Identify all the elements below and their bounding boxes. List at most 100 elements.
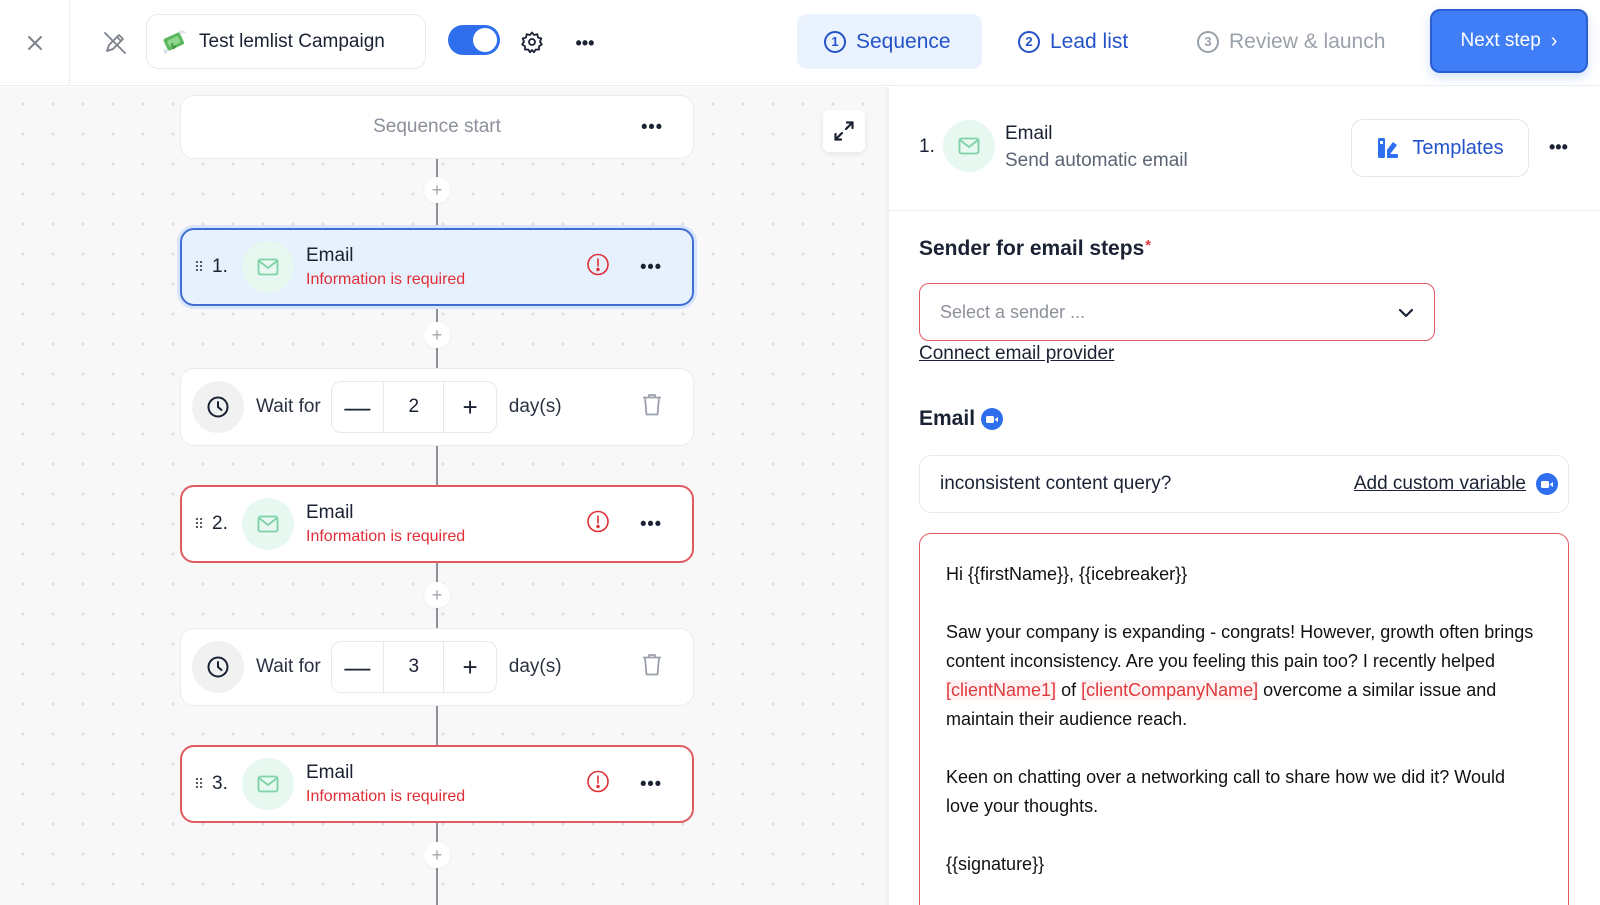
step-title: Email [1005,123,1053,144]
step-number: 1. [919,136,935,157]
email-step-card[interactable]: ⠿ 2. Email Information is required ••• [180,485,694,563]
wait-days-value[interactable]: 2 [383,382,445,432]
toggle-knob [473,28,497,52]
mail-icon [943,120,995,172]
rename-button[interactable] [100,28,130,58]
increment-button[interactable]: + [444,382,495,432]
email-subject-input[interactable]: inconsistent content query? Add custom v… [919,455,1569,513]
tab-lead-list[interactable]: 2 Lead list [1018,14,1128,69]
wait-days-value[interactable]: 3 [383,642,445,692]
clock-icon [192,381,244,433]
step-number-badge: 3 [1197,30,1219,53]
alert-circle-icon [586,770,610,799]
tab-label: Sequence [856,29,951,53]
email-step-card[interactable]: ⠿ 1. Email Information is required ••• [180,228,694,306]
step-error-text: Information is required [306,271,466,288]
trash-icon[interactable] [641,393,663,422]
more-horizontal-icon[interactable]: ••• [640,257,662,278]
more-horizontal-icon[interactable]: ••• [640,514,662,535]
tab-sequence[interactable]: 1 Sequence [797,14,982,69]
connect-email-provider-link[interactable]: Connect email provider [919,343,1114,365]
wait-label: Wait for [256,396,321,417]
more-horizontal-icon: ••• [575,32,595,53]
video-tutorial-icon[interactable] [981,408,1004,430]
more-horizontal-icon[interactable]: ••• [641,117,663,138]
email-section-label: Email [919,407,1004,431]
close-button[interactable] [0,0,70,86]
wait-days-stepper: — 2 + [330,381,497,433]
campaign-active-toggle[interactable] [448,25,500,55]
wait-label: Wait for [256,656,321,677]
tab-review-launch[interactable]: 3 Review & launch [1197,14,1385,69]
step-subtitle: Send automatic email [1005,150,1188,171]
step-number-badge: 2 [1018,30,1040,53]
next-step-button[interactable]: Next step › [1430,9,1588,73]
step-editor-panel: 1. Email Send automatic email Templates … [889,87,1600,905]
required-asterisk: * [1145,237,1152,254]
add-custom-variable-link[interactable]: Add custom variable [1354,473,1526,495]
email-label-text: Email [919,407,976,430]
tab-label: Review & launch [1229,29,1386,53]
decrement-button[interactable]: — [332,382,383,432]
expand-canvas-button[interactable] [823,110,865,152]
alert-circle-icon [586,253,610,282]
chevron-right-icon: › [1550,29,1558,52]
step-number: 2. [212,513,228,534]
campaign-more-button[interactable]: ••• [570,28,600,58]
add-step-button[interactable]: + [424,842,450,868]
drag-handle-icon[interactable]: ⠿ [194,260,204,274]
templates-label: Templates [1412,136,1504,159]
templates-icon [1378,138,1399,158]
email-step-card[interactable]: ⠿ 3. Email Information is required ••• [180,745,694,823]
mail-icon [242,758,294,810]
email-body-editor[interactable]: Hi {{firstName}}, {{icebreaker}} Saw you… [919,533,1569,905]
decrement-button[interactable]: — [332,642,383,692]
trash-icon[interactable] [641,653,663,682]
missing-variable[interactable]: [clientName1] [946,680,1057,700]
body-text: of [1056,680,1082,700]
subject-value: inconsistent content query? [940,473,1172,494]
panel-header: 1. Email Send automatic email Templates … [889,87,1600,211]
campaign-name-text: Test lemlist Campaign [199,30,385,52]
step-error-text: Information is required [306,788,466,805]
wait-step-card: Wait for — 2 + day(s) [180,368,694,446]
top-bar: $ Test lemlist Campaign ••• 1 Sequence 2… [0,0,1600,86]
add-step-button[interactable]: + [424,582,450,608]
video-tutorial-icon[interactable] [1536,473,1558,495]
increment-button[interactable]: + [444,642,495,692]
money-with-wings-emoji: $ [159,27,189,57]
pencil-off-icon [104,32,126,54]
alert-circle-icon [586,510,610,539]
wait-unit: day(s) [508,656,562,677]
mail-icon [242,498,294,550]
drag-handle-icon[interactable]: ⠿ [194,777,204,791]
campaign-name-field[interactable]: $ Test lemlist Campaign [146,14,426,69]
step-title: Email [306,762,354,783]
templates-button[interactable]: Templates [1351,119,1529,177]
step-title: Email [306,502,354,523]
sender-placeholder: Select a sender ... [940,301,1086,322]
step-error-text: Information is required [306,528,466,545]
settings-button[interactable] [517,27,547,57]
add-step-button[interactable]: + [424,177,450,203]
expand-icon [834,121,854,141]
wait-step-card: Wait for — 3 + day(s) [180,628,694,706]
body-text: Saw your company is expanding - congrats… [946,622,1534,671]
step-number: 1. [212,256,228,277]
missing-variable[interactable]: [clientCompanyName] [1081,680,1259,700]
sequence-canvas[interactable]: + + + + Sequence start ••• ⠿ 1. Email In… [0,87,885,905]
step-number-badge: 1 [824,30,846,53]
close-icon [27,36,42,50]
more-horizontal-icon[interactable]: ••• [640,774,662,795]
drag-handle-icon[interactable]: ⠿ [194,517,204,531]
chevron-down-icon [1398,308,1414,318]
sender-section-label: Sender for email steps* [919,237,1151,261]
sequence-start-card[interactable]: Sequence start ••• [180,95,694,159]
more-horizontal-icon[interactable]: ••• [1549,137,1568,158]
sender-select[interactable]: Select a sender ... [919,283,1435,341]
add-step-button[interactable]: + [424,322,450,348]
step-number: 3. [212,773,228,794]
wait-unit: day(s) [508,396,562,417]
clock-icon [192,641,244,693]
gear-icon [521,31,543,54]
